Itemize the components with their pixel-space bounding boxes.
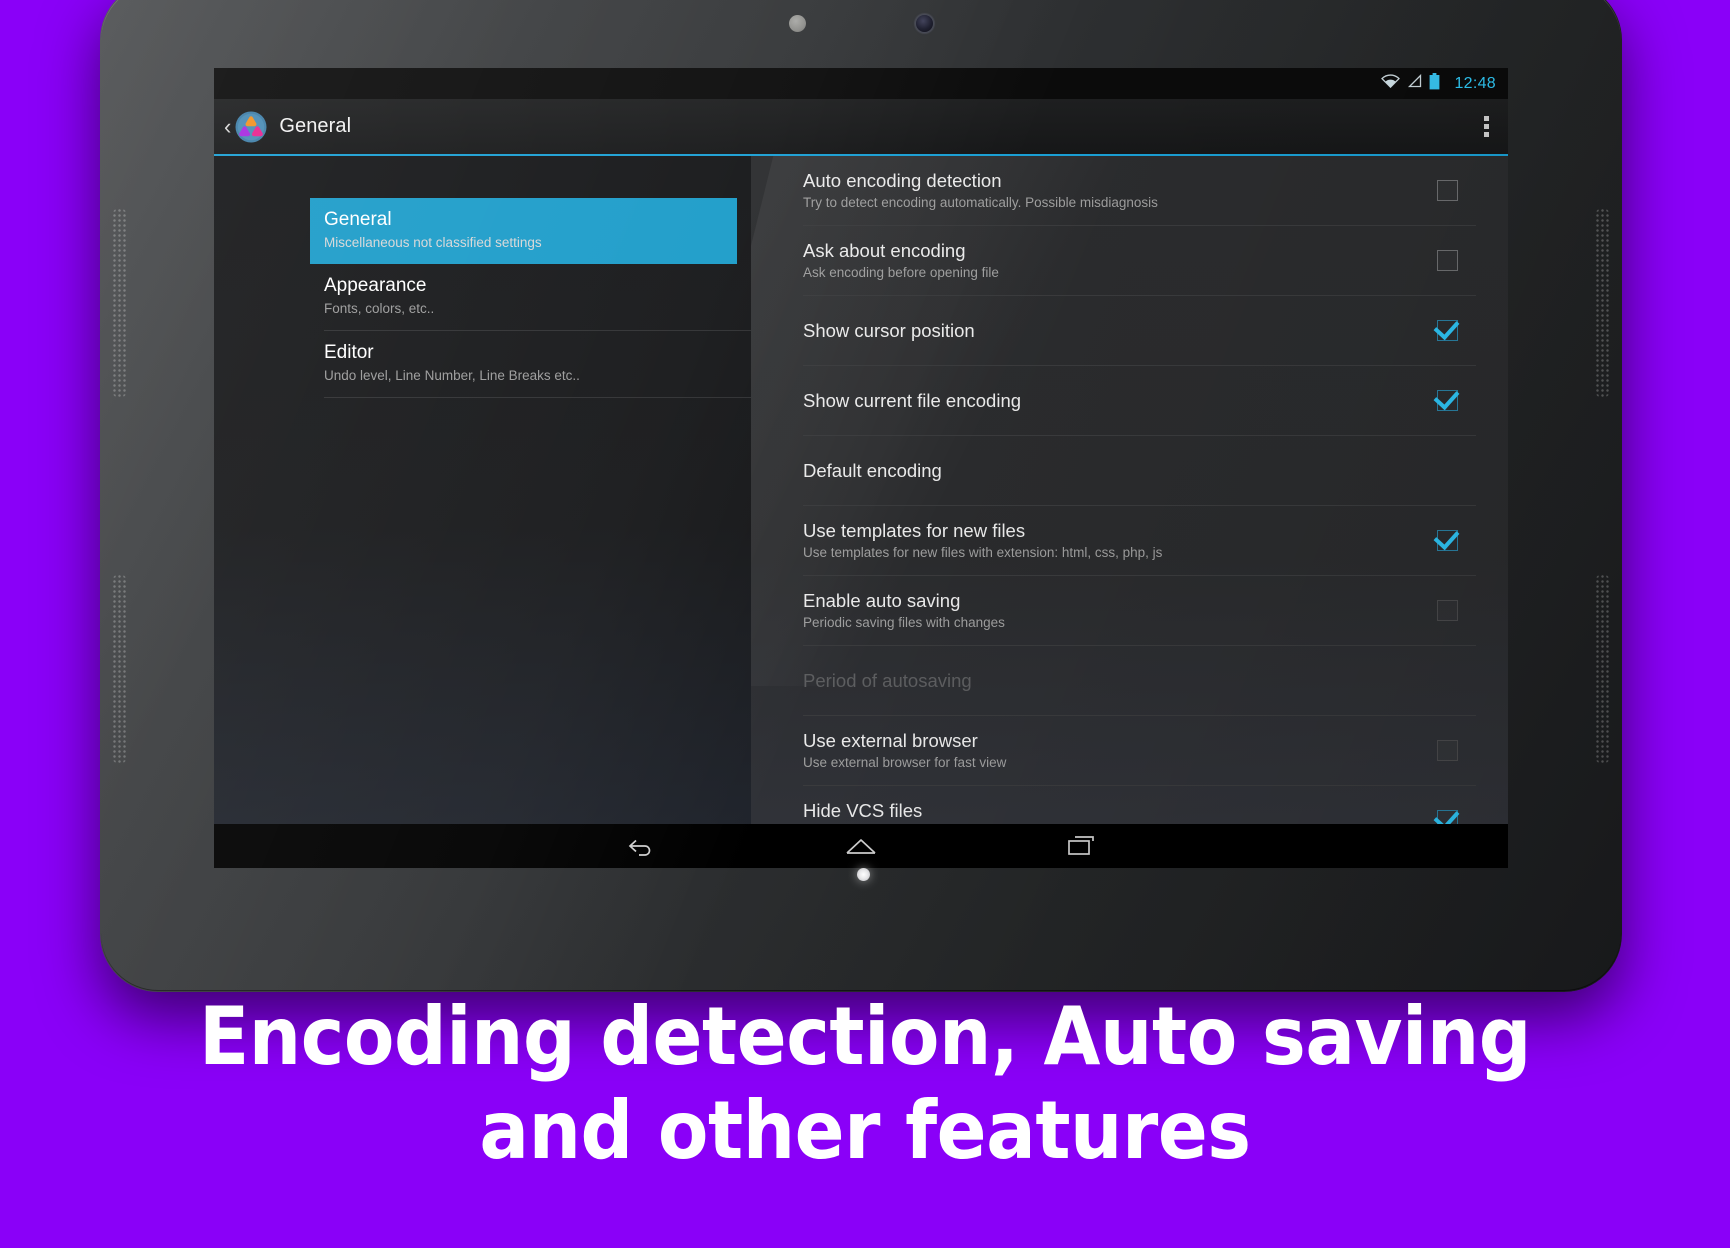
- sidebar-item-subtitle: Miscellaneous not classified settings: [324, 234, 542, 250]
- settings-category-sidebar: General Miscellaneous not classified set…: [214, 156, 751, 824]
- tablet-device: 12:48 ‹ General General Miscellaneous no…: [100, 0, 1622, 992]
- setting-title: Use templates for new files: [803, 520, 1026, 541]
- setting-row-show-cursor-position[interactable]: Show cursor position: [803, 296, 1476, 366]
- setting-title: Hide VCS files: [803, 800, 923, 821]
- setting-title: Ask about encoding: [803, 240, 966, 261]
- content-area: General Miscellaneous not classified set…: [214, 156, 1508, 824]
- wifi-icon: [1381, 74, 1401, 93]
- signal-icon: [1407, 73, 1422, 93]
- action-bar: ‹ General: [214, 99, 1508, 154]
- tablet-screen: 12:48 ‹ General General Miscellaneous no…: [214, 68, 1508, 868]
- setting-title: Auto encoding detection: [803, 170, 1002, 191]
- overflow-dot: [1484, 132, 1489, 137]
- checkbox-enable-auto-saving[interactable]: [1437, 600, 1458, 621]
- checkbox-use-external-browser[interactable]: [1437, 740, 1458, 761]
- setting-row-period-of-autosaving: Period of autosaving: [803, 646, 1476, 716]
- back-icon[interactable]: [619, 831, 663, 861]
- overflow-menu-icon[interactable]: [1484, 116, 1490, 137]
- battery-icon: [1429, 72, 1440, 95]
- overflow-dot: [1484, 116, 1489, 121]
- sidebar-item-subtitle: Fonts, colors, etc..: [324, 300, 435, 316]
- settings-panel: Auto encoding detection Try to detect en…: [751, 156, 1508, 824]
- caption-line-2: and other features: [479, 1084, 1251, 1178]
- checkbox-show-cursor-position[interactable]: [1437, 320, 1458, 341]
- checkbox-show-current-file-encoding[interactable]: [1437, 390, 1458, 411]
- setting-title: Enable auto saving: [803, 590, 961, 611]
- setting-row-use-templates-for-new-files[interactable]: Use templates for new files Use template…: [803, 506, 1476, 576]
- setting-title: Period of autosaving: [803, 669, 972, 691]
- android-navigation-bar: [214, 824, 1508, 868]
- setting-row-default-encoding[interactable]: Default encoding: [803, 436, 1476, 506]
- status-bar-clock: 12:48: [1454, 74, 1496, 92]
- setting-row-ask-about-encoding[interactable]: Ask about encoding Ask encoding before o…: [803, 226, 1476, 296]
- caption-line-1: Encoding detection, Auto saving: [198, 990, 1531, 1083]
- page-title: General: [279, 115, 352, 137]
- checkbox-hide-vcs-files[interactable]: [1437, 810, 1458, 824]
- speaker-grille-icon: [112, 208, 127, 398]
- setting-subtitle: Use external browser for fast view: [803, 755, 1007, 771]
- setting-subtitle: Try to detect encoding automatically. Po…: [803, 195, 1158, 211]
- setting-subtitle: Use templates for new files with extensi…: [803, 545, 1163, 561]
- setting-title: Default encoding: [803, 459, 942, 481]
- divider: [324, 396, 751, 398]
- back-chevron-icon[interactable]: ‹: [224, 115, 231, 138]
- sidebar-item-title: Appearance: [324, 274, 427, 296]
- overflow-dot: [1484, 124, 1489, 129]
- sidebar-item-title: Editor: [324, 341, 374, 363]
- recents-icon[interactable]: [1059, 831, 1103, 861]
- home-icon[interactable]: [839, 831, 883, 861]
- front-camera-icon: [916, 15, 933, 32]
- speaker-grille-icon: [1595, 208, 1610, 398]
- sidebar-item-subtitle: Undo level, Line Number, Line Breaks etc…: [324, 367, 580, 383]
- setting-row-hide-vcs-files[interactable]: Hide VCS files Hide version control syst…: [803, 786, 1476, 824]
- app-logo-icon[interactable]: [234, 110, 268, 144]
- setting-subtitle: Ask encoding before opening file: [803, 265, 999, 281]
- setting-row-use-external-browser[interactable]: Use external browser Use external browse…: [803, 716, 1476, 786]
- sidebar-item-editor[interactable]: Editor Undo level, Line Number, Line Bre…: [310, 331, 737, 397]
- checkbox-ask-about-encoding[interactable]: [1437, 250, 1458, 271]
- speaker-grille-icon: [1595, 574, 1610, 764]
- setting-title: Show cursor position: [803, 319, 975, 341]
- checkbox-auto-encoding-detection[interactable]: [1437, 180, 1458, 201]
- status-bar: 12:48: [214, 68, 1508, 99]
- setting-subtitle: Periodic saving files with changes: [803, 615, 1005, 631]
- setting-title: Use external browser: [803, 730, 978, 751]
- screenshot-stage: 12:48 ‹ General General Miscellaneous no…: [0, 0, 1730, 1248]
- ambient-light-sensor-icon: [789, 15, 806, 32]
- checkbox-use-templates-for-new-files[interactable]: [1437, 530, 1458, 551]
- sidebar-item-title: General: [324, 209, 392, 230]
- setting-row-enable-auto-saving[interactable]: Enable auto saving Periodic saving files…: [803, 576, 1476, 646]
- promo-caption: Encoding detection, Auto saving and othe…: [69, 990, 1661, 1179]
- setting-row-auto-encoding-detection[interactable]: Auto encoding detection Try to detect en…: [803, 156, 1476, 226]
- sidebar-item-appearance[interactable]: Appearance Fonts, colors, etc..: [310, 264, 737, 330]
- sidebar-item-general[interactable]: General Miscellaneous not classified set…: [310, 198, 737, 264]
- setting-title: Show current file encoding: [803, 389, 1022, 411]
- home-indicator-led: [857, 868, 870, 881]
- speaker-grille-icon: [112, 574, 127, 764]
- setting-row-show-current-file-encoding[interactable]: Show current file encoding: [803, 366, 1476, 436]
